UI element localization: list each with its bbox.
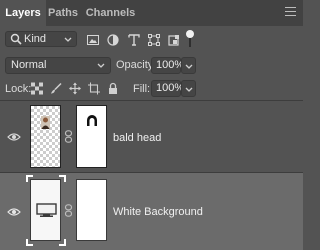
shape-filter-icon[interactable]: [148, 34, 160, 46]
chevron-down-icon: [64, 37, 72, 42]
filter-kind-select[interactable]: Kind: [5, 31, 77, 47]
visibility-eye-icon[interactable]: [7, 207, 21, 217]
filter-kind-label: Kind: [24, 33, 47, 45]
blend-row: Normal Opacity: 100%: [0, 54, 303, 78]
tab-bar: Layers Paths Channels: [0, 0, 303, 26]
opacity-field[interactable]: 100%: [151, 57, 184, 74]
chevron-down-icon: [185, 87, 193, 92]
chevron-down-icon: [185, 64, 193, 69]
fill-dropdown-button[interactable]: [181, 80, 196, 97]
blend-mode-select[interactable]: Normal: [5, 57, 111, 74]
layers-panel: Layers Paths Channels Kind Normal Opacit…: [0, 0, 303, 250]
lock-artboard-icon[interactable]: [88, 82, 100, 95]
lock-image-pixels-icon[interactable]: [50, 82, 62, 95]
mask-link-icon[interactable]: [64, 204, 73, 217]
filter-toggle-knob: [186, 30, 194, 38]
selection-bracket-bl: [26, 239, 33, 246]
smart-object-filter-icon[interactable]: [168, 34, 180, 46]
layer-thumbnail[interactable]: [30, 105, 61, 168]
portrait-photo-thumbnail: [41, 116, 50, 129]
blend-mode-value: Normal: [11, 59, 47, 71]
layer-name[interactable]: White Background: [113, 206, 203, 218]
panel-menu-icon[interactable]: [285, 7, 296, 17]
search-icon: [10, 33, 22, 45]
selection-bracket-tr: [59, 175, 66, 182]
lock-position-icon[interactable]: [69, 82, 81, 95]
adjustment-filter-icon[interactable]: [107, 34, 119, 46]
layer-mask-thumbnail[interactable]: [76, 179, 107, 241]
opacity-dropdown-button[interactable]: [181, 57, 196, 74]
artboard-monitor-icon: [36, 203, 57, 217]
fill-label: Fill:: [133, 83, 151, 95]
layer-row-bald-head[interactable]: bald head: [0, 101, 303, 173]
layer-name[interactable]: bald head: [113, 132, 161, 144]
mask-head-shape: [87, 115, 97, 126]
image-filter-icon[interactable]: [87, 34, 99, 46]
lock-label: Lock:: [5, 83, 32, 95]
selection-bracket-tl: [26, 175, 33, 182]
fill-field[interactable]: 100%: [151, 80, 184, 97]
layer-thumbnail[interactable]: [30, 179, 61, 241]
lock-transparent-pixels-icon[interactable]: [31, 82, 43, 95]
visibility-eye-icon[interactable]: [7, 132, 21, 142]
layer-row-white-background[interactable]: White Background: [0, 173, 303, 250]
lock-row: Lock: Fill: 100%: [0, 78, 303, 101]
filter-toggle-stem: [189, 38, 191, 47]
tab-paths[interactable]: Paths: [46, 0, 80, 26]
mask-link-icon[interactable]: [64, 130, 73, 143]
lock-all-icon[interactable]: [107, 82, 119, 95]
filter-row: Kind: [0, 26, 303, 54]
type-filter-icon[interactable]: [128, 34, 140, 46]
layer-mask-thumbnail[interactable]: [76, 105, 107, 168]
chevron-down-icon: [97, 63, 105, 68]
selection-bracket-br: [59, 239, 66, 246]
tab-layers[interactable]: Layers: [0, 0, 46, 26]
tab-channels[interactable]: Channels: [80, 0, 141, 26]
